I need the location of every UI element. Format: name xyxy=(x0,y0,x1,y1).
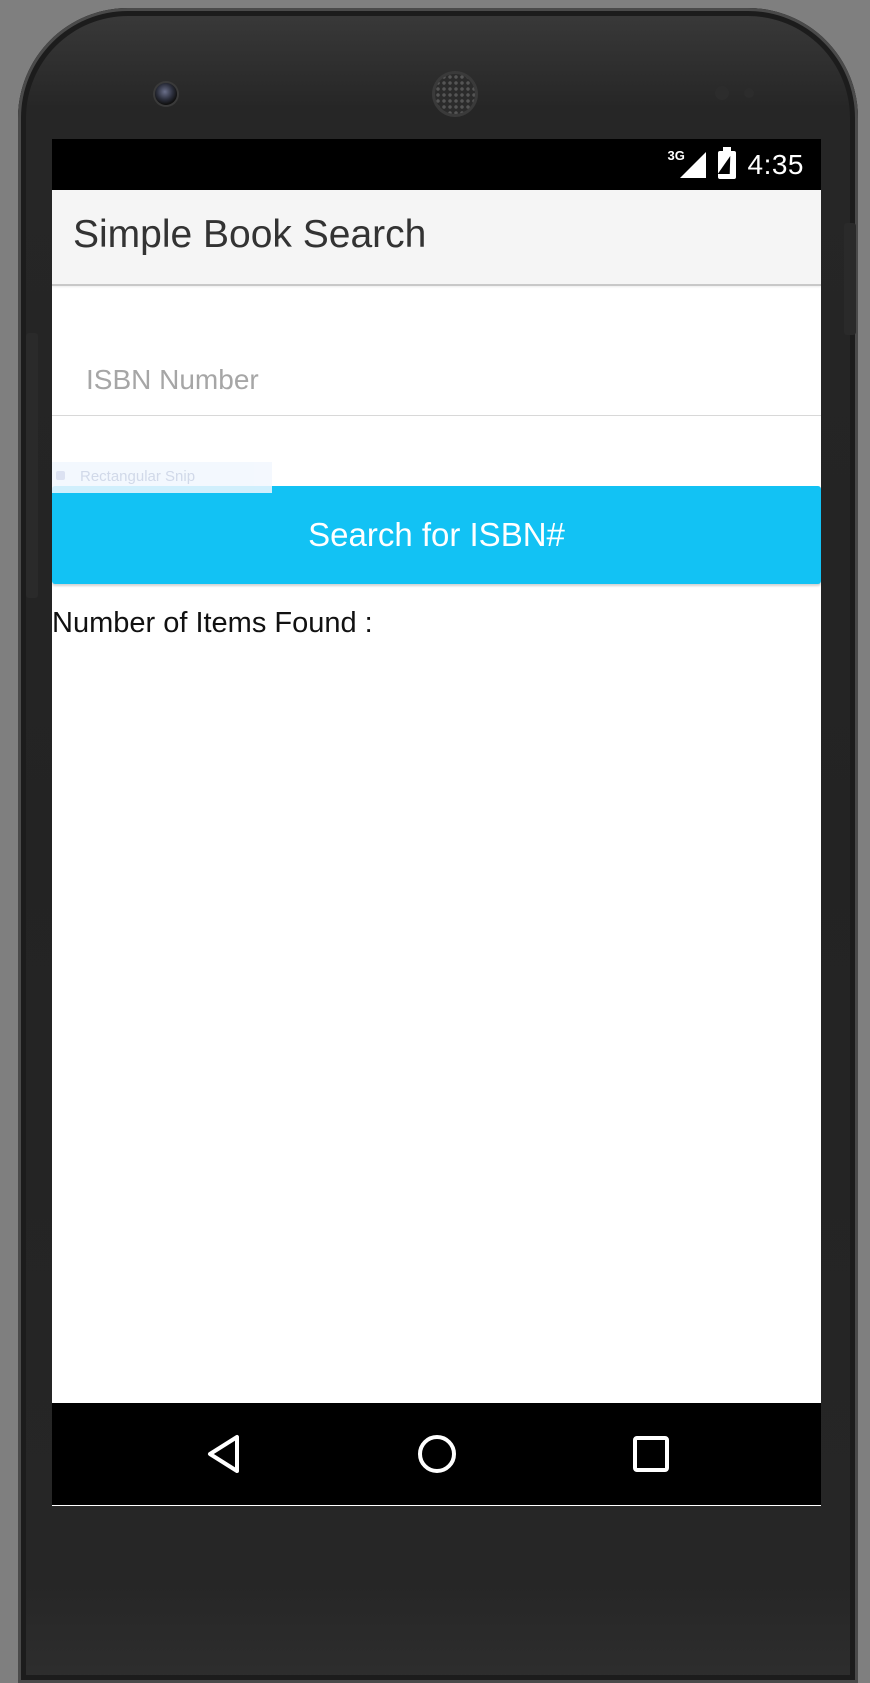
navigation-bar xyxy=(52,1403,821,1505)
power-button xyxy=(844,223,856,335)
rectangular-snip-overlay: Rectangular Snip xyxy=(52,462,272,493)
isbn-input[interactable] xyxy=(52,344,821,416)
app-title: Simple Book Search xyxy=(73,213,427,256)
device-screen: 3G 4:35 Simple Book Search Search for IS… xyxy=(52,139,821,1506)
battery-charging-icon xyxy=(717,146,736,179)
status-bar: 3G 4:35 xyxy=(52,139,821,190)
snip-icon xyxy=(56,471,65,480)
light-sensor-icon xyxy=(744,88,754,98)
search-isbn-button[interactable]: Search for ISBN# xyxy=(52,486,821,584)
snip-label: Rectangular Snip xyxy=(80,468,196,485)
home-icon[interactable] xyxy=(412,1429,462,1479)
items-found-label: Number of Items Found : xyxy=(52,607,373,639)
front-camera-icon xyxy=(155,83,177,105)
recent-apps-icon[interactable] xyxy=(626,1429,676,1479)
back-icon[interactable] xyxy=(199,1429,249,1479)
signal-icon: 3G xyxy=(668,148,706,180)
app-bar: Simple Book Search xyxy=(52,190,821,286)
volume-button xyxy=(26,333,38,598)
proximity-sensor-icon xyxy=(715,86,729,100)
earpiece-speaker-icon xyxy=(435,74,475,114)
status-icons: 3G 4:35 xyxy=(668,139,805,190)
status-clock: 4:35 xyxy=(747,148,804,180)
